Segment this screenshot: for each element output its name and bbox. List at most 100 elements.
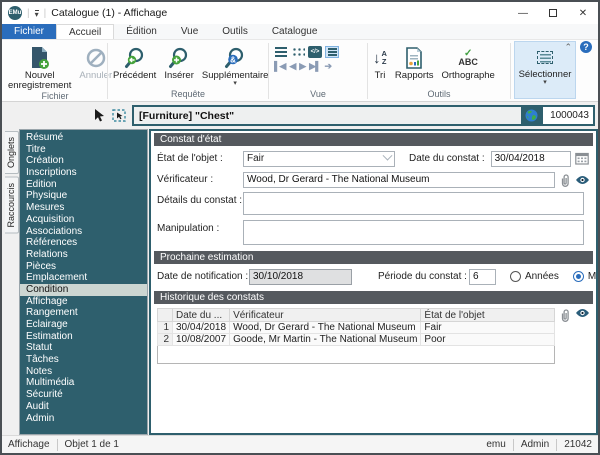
sidebar-item-notes[interactable]: Notes — [20, 366, 147, 378]
sidebar-item-condition[interactable]: Condition — [20, 283, 147, 296]
sidebar-item-references[interactable]: Références — [20, 237, 147, 249]
view-attachment-eye-icon[interactable] — [575, 175, 590, 185]
table-cell: 2 — [157, 333, 173, 346]
additional-query-button[interactable]: & Supplémentaire ▾ — [198, 43, 273, 87]
sidebar-item-eclairage[interactable]: Éclairage — [20, 319, 147, 331]
handling-textarea[interactable] — [243, 220, 584, 245]
divider — [556, 438, 558, 451]
close-button[interactable]: ✕ — [568, 2, 598, 24]
sidebar-item-relations[interactable]: Relations — [20, 249, 147, 261]
sidebar-item-edition[interactable]: Édition — [20, 179, 147, 191]
radio-months-circle-icon — [572, 271, 584, 282]
goto-record-icon[interactable]: ➔ — [324, 61, 332, 72]
minimize-button[interactable]: — — [508, 2, 538, 24]
list-view-icon[interactable] — [274, 46, 288, 58]
sidebar-item-taches[interactable]: Tâches — [20, 354, 147, 366]
checker-input[interactable] — [243, 171, 555, 188]
condition-history-table: Date du ... Vérificateur État de l'objet… — [157, 308, 555, 364]
collapse-ribbon-icon[interactable]: ⌃ — [564, 42, 572, 53]
radio-months-label: Mois — [587, 271, 597, 282]
grid-view-icon[interactable] — [291, 46, 305, 58]
first-record-icon[interactable]: ▌◀ — [274, 61, 286, 72]
table-cell: Goode, Mr Martin - The National Museum — [229, 333, 422, 346]
pointer-tool-icon[interactable] — [94, 109, 105, 122]
ribbon-group-vue: </> ▌◀ ◀ ▶ ▶▌ ➔ Vue — [270, 41, 366, 101]
code-view-icon[interactable]: </> — [308, 46, 322, 58]
details-view-icon[interactable] — [325, 46, 339, 58]
last-record-icon[interactable]: ▶▌ — [309, 61, 321, 72]
status-record-position: Objet 1 de 1 — [64, 439, 119, 450]
reports-label: Rapports — [394, 70, 434, 81]
previous-query-button[interactable]: Précédent — [109, 43, 160, 81]
sort-button[interactable]: ↓ A Z Tri — [369, 43, 391, 81]
quick-access-dropdown-icon[interactable]: ▾ — [34, 9, 39, 19]
sidebar-item-pieces[interactable]: Pièces — [20, 261, 147, 273]
sidebar-item-mesures[interactable]: Mesures — [20, 202, 147, 214]
side-tab-raccourcis[interactable]: Raccourcis — [5, 177, 19, 234]
sidebar-item-audit[interactable]: Audit — [20, 401, 147, 413]
main-area: Onglets Raccourcis Résumé Titre Création In… — [2, 129, 598, 435]
sidebar-item-titre[interactable]: Titre — [20, 144, 147, 156]
view-attachment-eye-icon[interactable] — [575, 308, 590, 318]
select-region-tool-icon[interactable] — [112, 109, 126, 122]
reports-button[interactable]: Rapports — [391, 43, 438, 81]
previous-record-icon[interactable]: ◀ — [289, 61, 296, 72]
group-label-outils: Outils — [427, 89, 451, 99]
section-header-historique: Historique des constats — [154, 291, 593, 304]
sidebar-item-statut[interactable]: Statut — [20, 342, 147, 354]
spelling-button[interactable]: ✓ ABC Orthographe — [437, 43, 498, 81]
details-textarea[interactable] — [243, 192, 584, 215]
sidebar-item-resume[interactable]: Résumé — [20, 132, 147, 144]
sidebar-item-securite[interactable]: Sécurité — [20, 389, 147, 401]
attachment-icon[interactable] — [559, 308, 571, 322]
tab-edition[interactable]: Édition — [114, 24, 169, 39]
sidebar-item-creation[interactable]: Création — [20, 155, 147, 167]
select-icon — [537, 44, 553, 70]
spelling-icon: ✓ ABC — [458, 48, 478, 67]
sidebar-item-multimedia[interactable]: Multimédia — [20, 377, 147, 389]
sidebar-item-emplacement[interactable]: Emplacement — [20, 272, 147, 284]
sidebar-item-estimation[interactable]: Estimation — [20, 331, 147, 343]
new-record-button[interactable]: Nouvel enregistrement — [4, 43, 75, 91]
condition-panel: Constat d'état État de l'objet : Fair Da… — [149, 129, 598, 435]
undo-icon — [86, 45, 106, 71]
status-column-header[interactable]: État de l'objet — [420, 308, 555, 322]
sidebar-item-inscriptions[interactable]: Inscriptions — [20, 167, 147, 179]
radio-months[interactable]: Mois — [572, 271, 597, 282]
calendar-icon[interactable] — [574, 152, 589, 165]
insert-button[interactable]: Insérer — [160, 43, 198, 81]
checker-label: Vérificateur : — [157, 174, 214, 185]
details-label: Détails du constat : — [157, 195, 243, 206]
sidebar-item-acquisition[interactable]: Acquisition — [20, 214, 147, 226]
tab-outils[interactable]: Outils — [210, 24, 260, 39]
chevron-down-icon: ▾ — [543, 79, 547, 86]
sidebar-item-admin[interactable]: Admin — [20, 413, 147, 425]
globe-icon[interactable] — [521, 107, 541, 124]
tab-sidebar: Résumé Titre Création Inscriptions Édition Ph… — [19, 129, 148, 435]
table-row[interactable]: 1 30/04/2018 Wood, Dr Gerard - The Nationa… — [157, 321, 555, 334]
help-icon[interactable]: ? — [580, 41, 592, 53]
attachment-icon[interactable] — [559, 173, 571, 187]
checker-column-header[interactable]: Vérificateur — [229, 308, 422, 322]
side-tab-onglets[interactable]: Onglets — [5, 131, 19, 175]
object-status-dropdown[interactable]: Fair — [243, 150, 395, 167]
table-cell: Fair — [420, 321, 555, 334]
tab-vue[interactable]: Vue — [169, 24, 210, 39]
record-header-strip: [Furniture] "Chest" 1000043 — [2, 102, 598, 129]
sidebar-item-associations[interactable]: Associations — [20, 226, 147, 238]
maximize-button[interactable] — [538, 2, 568, 24]
notify-date-input — [249, 268, 352, 285]
sidebar-item-physique[interactable]: Physique — [20, 190, 147, 202]
period-input[interactable] — [468, 268, 496, 285]
sidebar-item-affichage[interactable]: Affichage — [20, 296, 147, 308]
tab-fichier[interactable]: Fichier — [2, 24, 57, 39]
check-date-input[interactable] — [490, 150, 571, 167]
row-number-header[interactable] — [157, 308, 173, 322]
tab-catalogue[interactable]: Catalogue — [260, 24, 330, 39]
table-row[interactable]: 2 10/08/2007 Goode, Mr Martin - The Nation… — [157, 333, 555, 346]
tab-accueil[interactable]: Accueil — [56, 24, 115, 39]
next-record-icon[interactable]: ▶ — [299, 61, 306, 72]
radio-years[interactable]: Années — [509, 271, 559, 282]
sidebar-item-rangement[interactable]: Rangement — [20, 307, 147, 319]
date-column-header[interactable]: Date du ... — [171, 308, 231, 322]
